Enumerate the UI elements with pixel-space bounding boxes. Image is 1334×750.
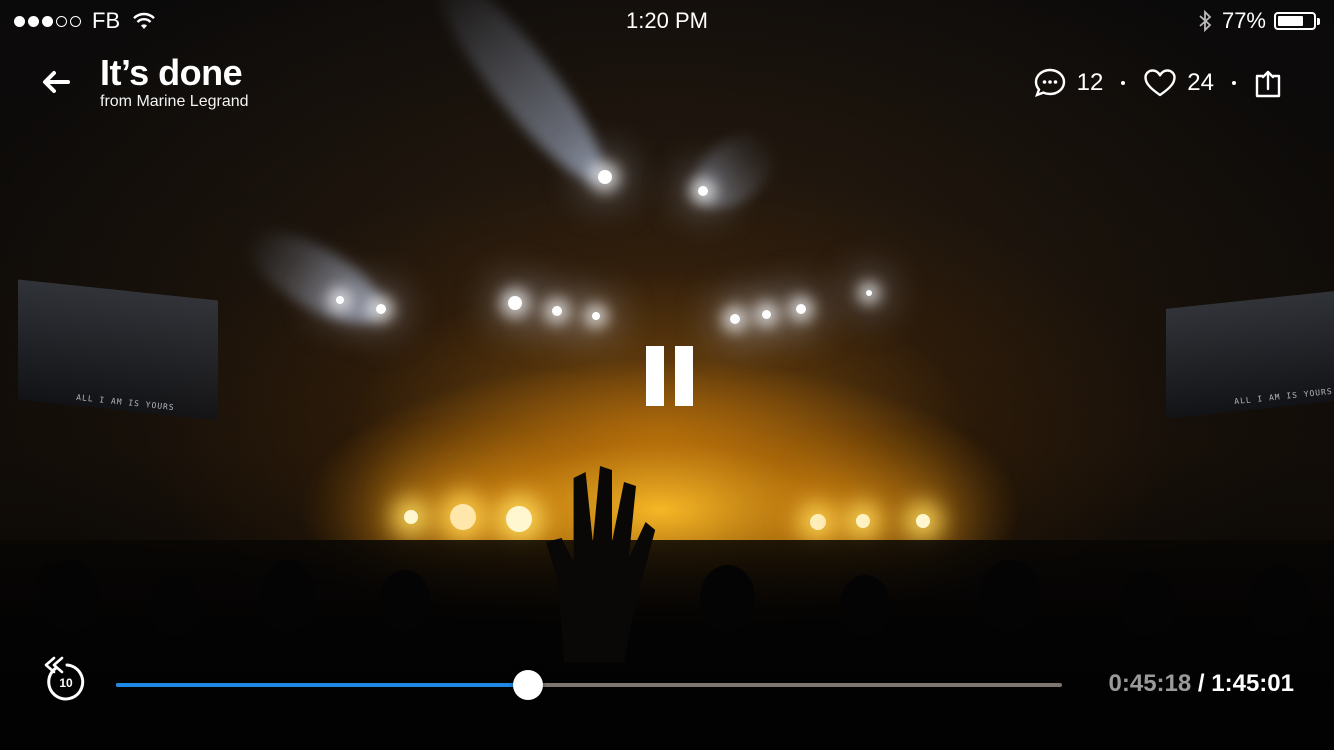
stage-light xyxy=(592,312,600,320)
battery-cap xyxy=(1317,17,1320,25)
stage-light xyxy=(552,306,562,316)
video-author: from Marine Legrand xyxy=(100,93,249,110)
stage-light xyxy=(336,296,344,304)
time-display: 0:45:18 / 1:45:01 xyxy=(1109,670,1294,698)
stage-floor-light xyxy=(450,504,476,530)
progress-thumb[interactable] xyxy=(513,670,544,700)
comments-count: 12 xyxy=(1076,69,1104,96)
crowd-silhouette xyxy=(0,540,1334,750)
crowd-head xyxy=(260,560,315,630)
total-time: 1:45:01 xyxy=(1211,670,1294,697)
stage-floor-light xyxy=(916,514,930,528)
replay-10-button[interactable]: 10 xyxy=(42,654,88,702)
crowd-head xyxy=(40,560,100,630)
pause-button[interactable] xyxy=(646,346,694,406)
crowd-head xyxy=(840,575,890,635)
pause-icon xyxy=(646,346,664,406)
progress-slider[interactable] xyxy=(116,670,1062,700)
heart-icon xyxy=(1144,69,1176,97)
status-time: 1:20 PM xyxy=(626,8,708,33)
stage-light xyxy=(376,304,386,314)
comments-button[interactable]: 12 xyxy=(1033,67,1104,99)
stage-floor-light xyxy=(404,510,418,524)
replay-10-icon: 10 xyxy=(44,656,85,701)
status-right: 77% xyxy=(1198,8,1320,34)
stage-light xyxy=(698,186,708,196)
progress-fill xyxy=(116,683,529,687)
bluetooth-icon xyxy=(1199,10,1212,32)
stage-floor-light xyxy=(810,514,826,530)
back-arrow-icon xyxy=(43,71,70,93)
crowd-head xyxy=(1120,570,1175,635)
separator-dot xyxy=(1121,81,1126,85)
battery-fill xyxy=(1278,16,1304,26)
crowd-head xyxy=(1250,565,1310,635)
header-actions: 12 24 xyxy=(1033,64,1282,102)
stage-light xyxy=(762,310,771,319)
pause-icon xyxy=(675,346,693,406)
battery-icon xyxy=(1274,12,1316,30)
likes-count: 24 xyxy=(1187,69,1214,96)
comment-icon xyxy=(1034,68,1065,98)
status-bar: FB 1:20 PM 77% xyxy=(0,0,1334,42)
video-title: It’s done xyxy=(100,52,243,93)
current-time: 0:45:18 xyxy=(1108,670,1192,697)
separator-dot xyxy=(1232,81,1236,85)
battery-percent: 77% xyxy=(1221,8,1266,33)
stage-light xyxy=(730,314,740,324)
crowd-head xyxy=(150,575,200,635)
share-icon xyxy=(1255,70,1281,98)
crowd-head xyxy=(980,560,1040,630)
time-separator: / xyxy=(1197,670,1205,697)
stage-light xyxy=(866,290,872,296)
crowd-head xyxy=(380,570,430,630)
stage-light xyxy=(796,304,806,314)
stage-floor-light xyxy=(856,514,870,528)
crowd-head xyxy=(700,565,755,630)
replay-label: 10 xyxy=(59,676,73,690)
back-button[interactable] xyxy=(38,66,74,98)
stage-light xyxy=(598,170,612,184)
like-button[interactable]: 24 xyxy=(1143,68,1214,98)
stage-light xyxy=(508,296,522,310)
share-button[interactable] xyxy=(1254,67,1282,99)
stage-floor-light xyxy=(506,506,532,532)
